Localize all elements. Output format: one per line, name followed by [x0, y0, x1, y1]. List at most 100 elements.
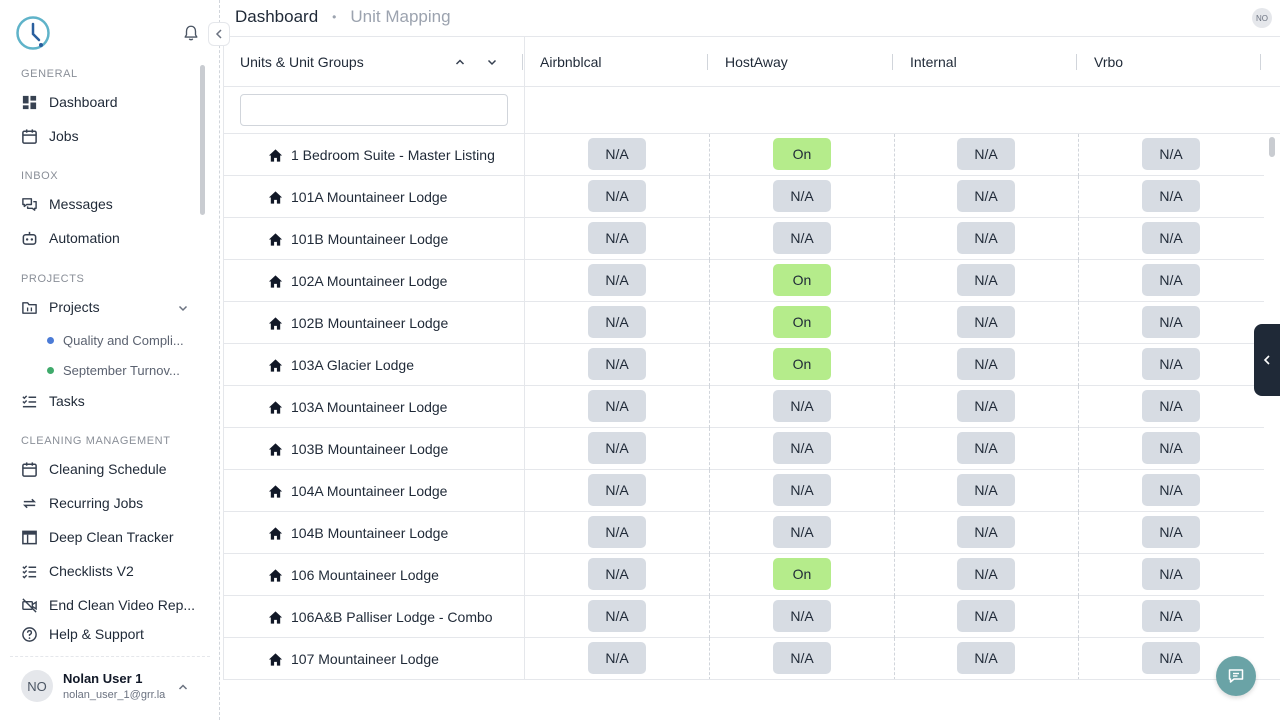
- table-row[interactable]: 103A Mountaineer Lodge N/A N/A N/A N/A: [224, 386, 1264, 428]
- mapping-status-badge[interactable]: N/A: [1142, 222, 1200, 254]
- mapping-status-badge[interactable]: N/A: [1142, 642, 1200, 674]
- header-avatar[interactable]: NO: [1252, 8, 1272, 28]
- table-row[interactable]: 106A&B Palliser Lodge - Combo N/A N/A N/A N/…: [224, 596, 1264, 638]
- table-row[interactable]: 107 Mountaineer Lodge N/A N/A N/A N/A: [224, 638, 1264, 679]
- sidebar-item-cleaning-schedule[interactable]: Cleaning Schedule: [21, 457, 167, 481]
- mapping-status-badge[interactable]: N/A: [957, 180, 1015, 212]
- mapping-status-badge[interactable]: N/A: [957, 306, 1015, 338]
- mapping-status-badge[interactable]: N/A: [773, 222, 831, 254]
- mapping-status-badge[interactable]: On: [773, 306, 831, 338]
- mapping-status-badge[interactable]: N/A: [957, 348, 1015, 380]
- mapping-status-badge[interactable]: N/A: [588, 642, 646, 674]
- chevron-up-icon[interactable]: [177, 681, 189, 693]
- mapping-status-badge[interactable]: N/A: [588, 432, 646, 464]
- mapping-status-badge[interactable]: N/A: [773, 642, 831, 674]
- sidebar-item-automation[interactable]: Automation: [21, 226, 120, 250]
- mapping-status-badge[interactable]: N/A: [1142, 348, 1200, 380]
- mapping-status-badge[interactable]: N/A: [588, 348, 646, 380]
- table-row[interactable]: 104A Mountaineer Lodge N/A N/A N/A N/A: [224, 470, 1264, 512]
- collapse-sidebar-button[interactable]: [208, 22, 230, 46]
- sidebar-item-messages[interactable]: Messages: [21, 192, 113, 216]
- mapping-status-badge[interactable]: On: [773, 558, 831, 590]
- mapping-status-badge[interactable]: N/A: [588, 264, 646, 296]
- table-row[interactable]: 1 Bedroom Suite - Master Listing N/A On N/A…: [224, 134, 1264, 176]
- clock-logo-icon[interactable]: [15, 15, 51, 51]
- mapping-status-badge[interactable]: N/A: [957, 642, 1015, 674]
- sidebar-item-deep-clean[interactable]: Deep Clean Tracker: [21, 525, 174, 549]
- mapping-status-badge[interactable]: N/A: [957, 390, 1015, 422]
- sidebar-scrollbar[interactable]: [200, 65, 205, 215]
- mapping-status-badge[interactable]: N/A: [957, 600, 1015, 632]
- column-separator[interactable]: [892, 54, 893, 70]
- sidebar-item-end-clean-video[interactable]: End Clean Video Rep...: [21, 593, 195, 617]
- mapping-status-badge[interactable]: N/A: [1142, 516, 1200, 548]
- column-separator[interactable]: [1260, 54, 1261, 70]
- mapping-status-badge[interactable]: N/A: [1142, 600, 1200, 632]
- mapping-status-badge[interactable]: N/A: [773, 180, 831, 212]
- mapping-status-badge[interactable]: N/A: [1142, 558, 1200, 590]
- chevron-up-icon[interactable]: [454, 56, 466, 68]
- sidebar-item-help[interactable]: Help & Support: [21, 622, 144, 646]
- column-separator[interactable]: [1076, 54, 1077, 70]
- sidebar-subitem-project-1[interactable]: Quality and Compli...: [47, 329, 184, 351]
- mapping-status-badge[interactable]: N/A: [1142, 306, 1200, 338]
- column-header-units[interactable]: Units & Unit Groups: [240, 54, 364, 70]
- mapping-status-badge[interactable]: N/A: [588, 306, 646, 338]
- mapping-status-badge[interactable]: N/A: [957, 264, 1015, 296]
- mapping-status-badge[interactable]: N/A: [773, 474, 831, 506]
- mapping-status-badge[interactable]: N/A: [773, 600, 831, 632]
- sidebar-item-checklists[interactable]: Checklists V2: [21, 559, 134, 583]
- user-profile[interactable]: NO Nolan User 1 nolan_user_1@grr.la: [10, 656, 210, 716]
- mapping-status-badge[interactable]: N/A: [773, 390, 831, 422]
- mapping-status-badge[interactable]: N/A: [1142, 432, 1200, 464]
- mapping-status-badge[interactable]: On: [773, 138, 831, 170]
- chevron-down-icon[interactable]: [486, 56, 498, 68]
- mapping-status-badge[interactable]: N/A: [588, 390, 646, 422]
- mapping-status-badge[interactable]: N/A: [588, 222, 646, 254]
- chevron-down-icon[interactable]: [177, 302, 189, 314]
- side-panel-toggle-button[interactable]: [1254, 324, 1280, 396]
- mapping-status-badge[interactable]: N/A: [1142, 264, 1200, 296]
- sidebar-item-dashboard[interactable]: Dashboard: [21, 90, 118, 114]
- mapping-status-badge[interactable]: N/A: [957, 432, 1015, 464]
- table-row[interactable]: 102A Mountaineer Lodge N/A On N/A N/A: [224, 260, 1264, 302]
- mapping-status-badge[interactable]: N/A: [957, 222, 1015, 254]
- table-scrollbar[interactable]: [1269, 137, 1275, 157]
- mapping-status-badge[interactable]: N/A: [957, 138, 1015, 170]
- mapping-status-badge[interactable]: N/A: [588, 474, 646, 506]
- mapping-status-badge[interactable]: N/A: [588, 516, 646, 548]
- table-row[interactable]: 104B Mountaineer Lodge N/A N/A N/A N/A: [224, 512, 1264, 554]
- mapping-status-badge[interactable]: N/A: [588, 558, 646, 590]
- mapping-status-badge[interactable]: On: [773, 348, 831, 380]
- mapping-status-badge[interactable]: N/A: [773, 432, 831, 464]
- mapping-status-badge[interactable]: N/A: [588, 180, 646, 212]
- mapping-status-badge[interactable]: N/A: [588, 600, 646, 632]
- chat-button[interactable]: [1216, 656, 1256, 696]
- table-row[interactable]: 103A Glacier Lodge N/A On N/A N/A: [224, 344, 1264, 386]
- table-row[interactable]: 106 Mountaineer Lodge N/A On N/A N/A: [224, 554, 1264, 596]
- mapping-status-badge[interactable]: N/A: [1142, 180, 1200, 212]
- sidebar-item-recurring-jobs[interactable]: Recurring Jobs: [21, 491, 143, 515]
- column-header-channel[interactable]: Vrbo: [1094, 54, 1123, 70]
- column-separator[interactable]: [522, 54, 523, 70]
- mapping-status-badge[interactable]: N/A: [957, 474, 1015, 506]
- column-header-channel[interactable]: Airbnblcal: [540, 54, 601, 70]
- table-row[interactable]: 101A Mountaineer Lodge N/A N/A N/A N/A: [224, 176, 1264, 218]
- unit-search-input[interactable]: [240, 94, 508, 126]
- table-row[interactable]: 102B Mountaineer Lodge N/A On N/A N/A: [224, 302, 1264, 344]
- column-header-channel[interactable]: Internal: [910, 54, 957, 70]
- breadcrumb-dashboard[interactable]: Dashboard: [235, 7, 318, 27]
- mapping-status-badge[interactable]: N/A: [588, 138, 646, 170]
- mapping-status-badge[interactable]: N/A: [1142, 474, 1200, 506]
- mapping-status-badge[interactable]: N/A: [1142, 390, 1200, 422]
- sidebar-subitem-project-2[interactable]: September Turnov...: [47, 359, 180, 381]
- sidebar-item-tasks[interactable]: Tasks: [21, 389, 85, 413]
- mapping-status-badge[interactable]: N/A: [1142, 138, 1200, 170]
- sidebar-item-projects[interactable]: Projects: [21, 295, 100, 319]
- mapping-status-badge[interactable]: N/A: [957, 558, 1015, 590]
- mapping-status-badge[interactable]: N/A: [957, 516, 1015, 548]
- column-header-channel[interactable]: HostAway: [725, 54, 788, 70]
- table-row[interactable]: 101B Mountaineer Lodge N/A N/A N/A N/A: [224, 218, 1264, 260]
- column-separator[interactable]: [707, 54, 708, 70]
- bell-icon[interactable]: [182, 24, 200, 42]
